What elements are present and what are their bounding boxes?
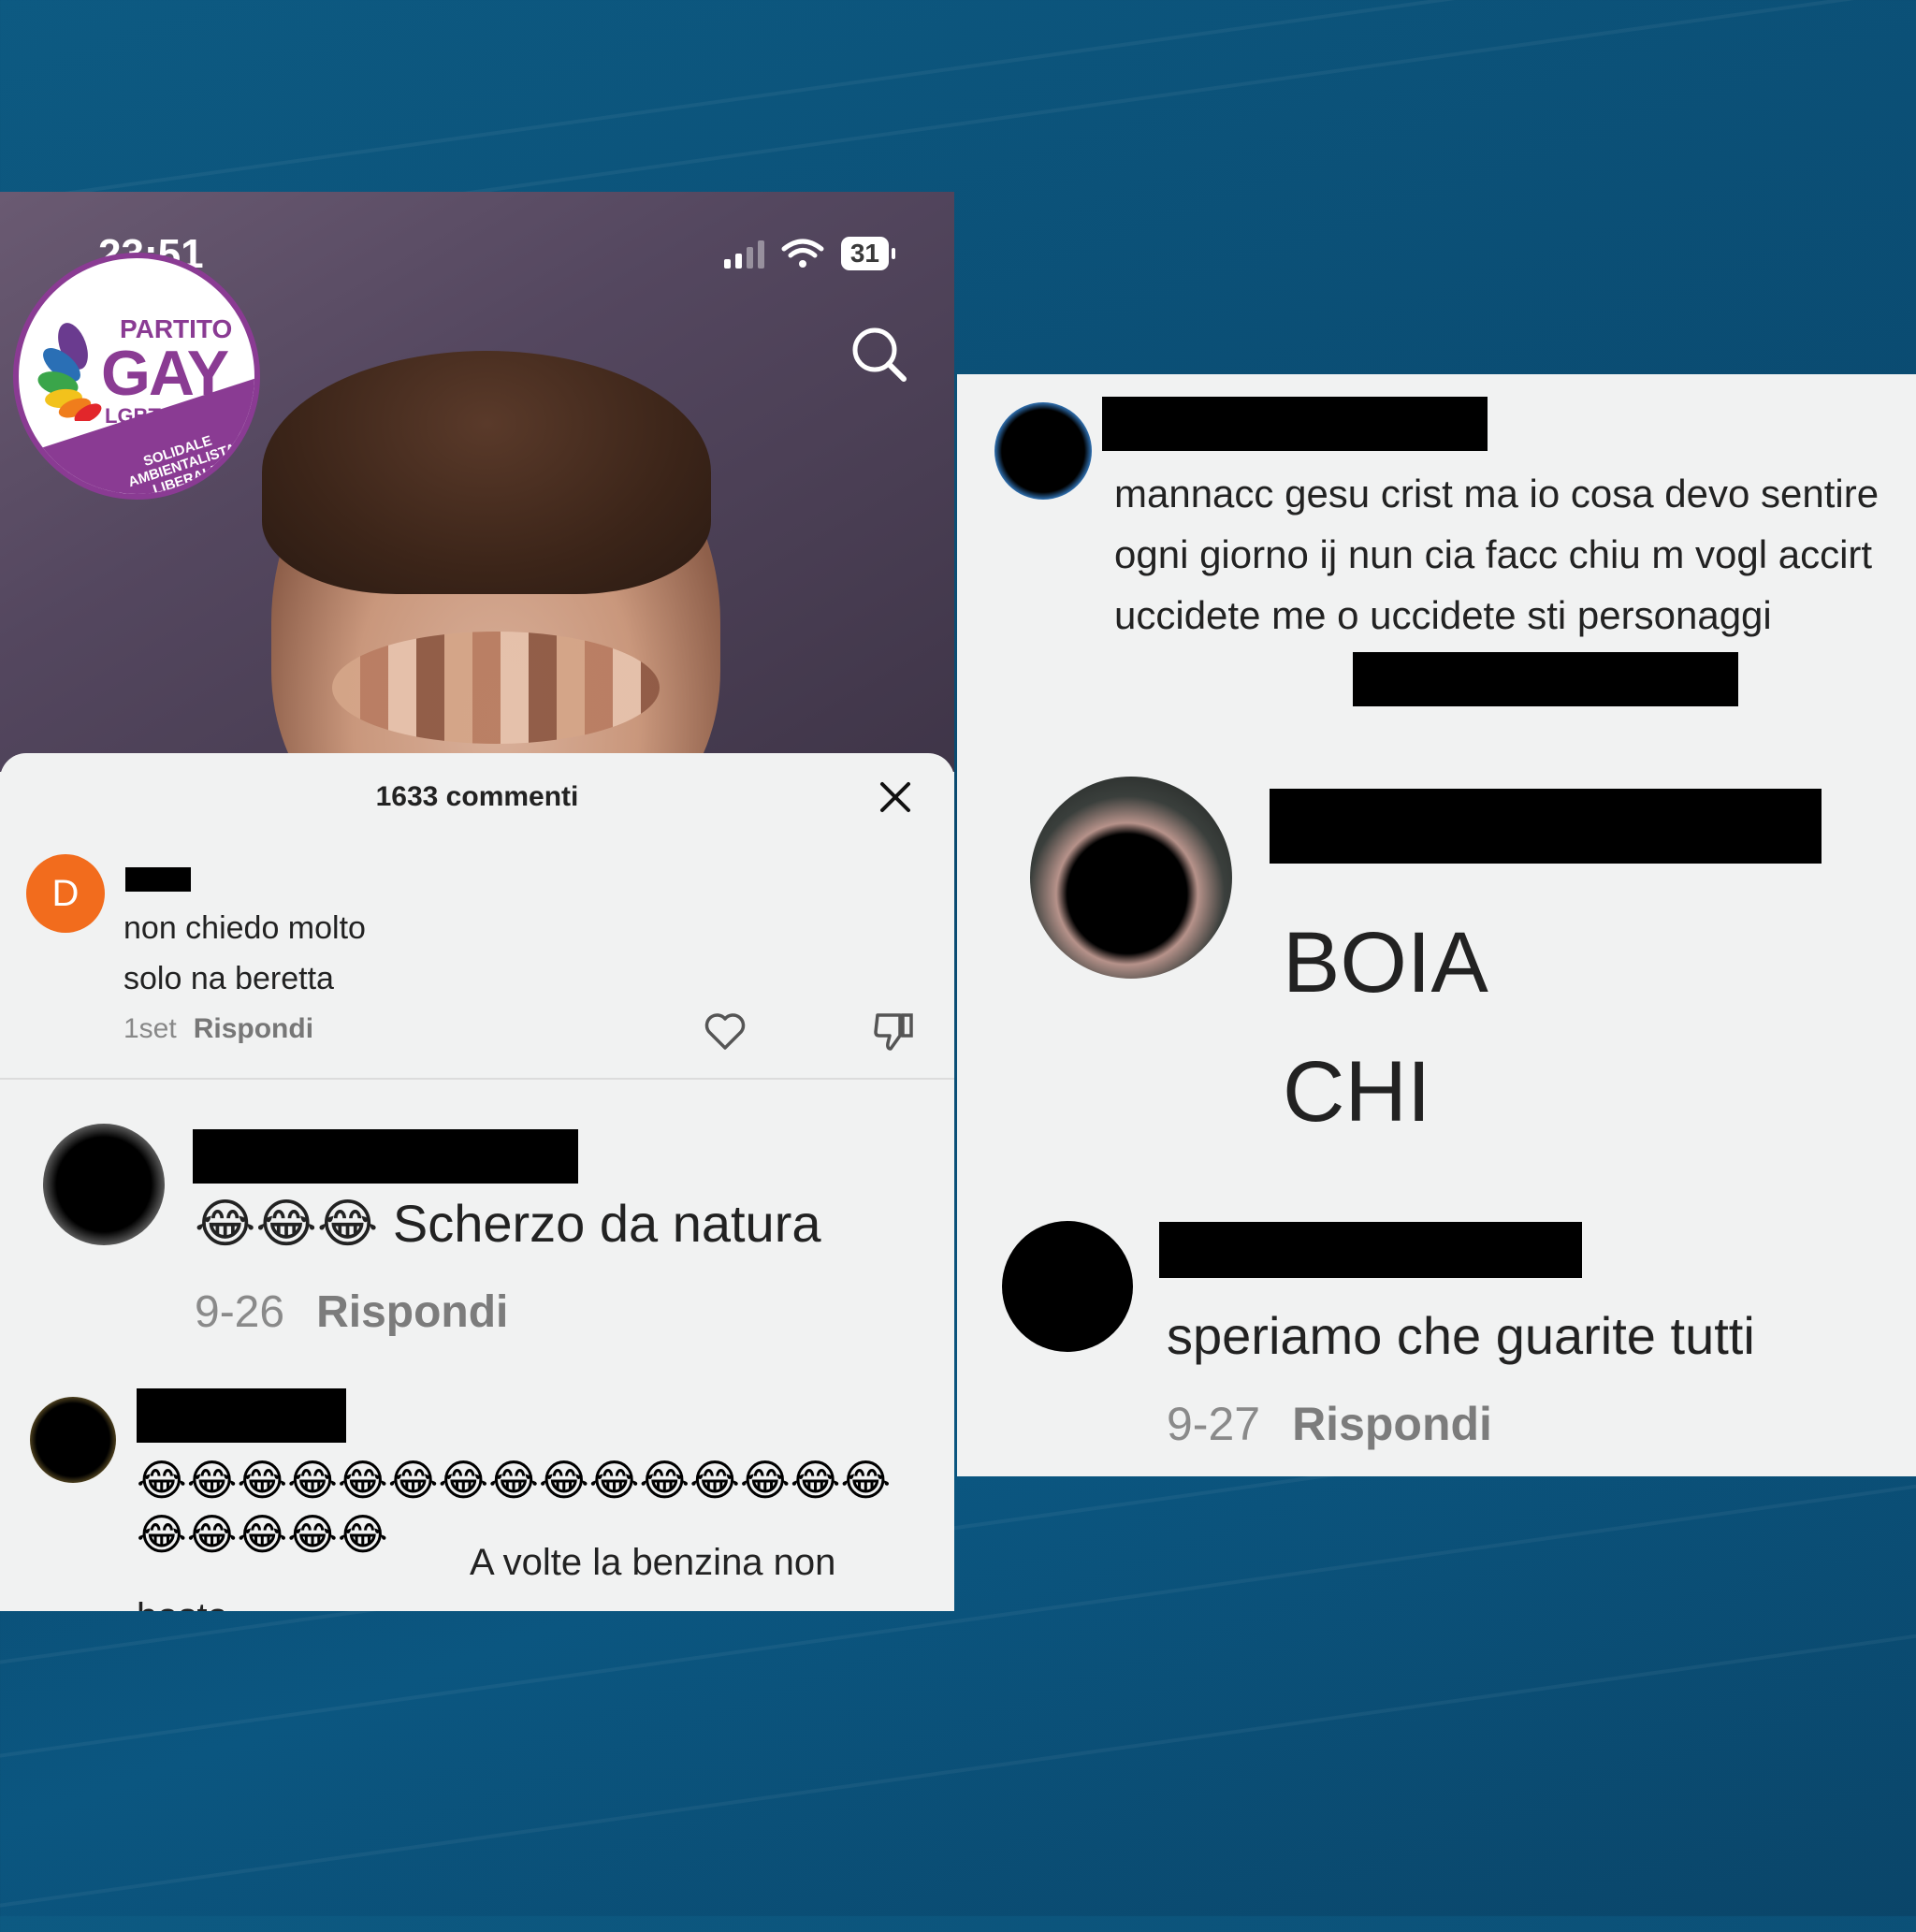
avatar[interactable]: D	[26, 854, 105, 933]
heart-icon[interactable]	[704, 1011, 747, 1051]
comment-text: BOIA CHI	[1283, 898, 1488, 1156]
reply-button[interactable]: Rispondi	[316, 1287, 508, 1337]
comment-line: CHI	[1283, 1044, 1431, 1140]
reply-button[interactable]: Rispondi	[1292, 1398, 1492, 1450]
avatar[interactable]	[30, 1397, 116, 1483]
person-hair	[262, 351, 711, 594]
close-icon[interactable]	[878, 779, 913, 815]
redacted-username	[1270, 789, 1822, 864]
left-screenshot: 23:51 31 PARTIT	[0, 192, 954, 1611]
comment-text: mannacc gesu crist ma io cosa devo senti…	[1114, 472, 1880, 637]
comments-count: 1633 commenti	[375, 781, 579, 812]
redacted-username	[1159, 1222, 1582, 1278]
redacted-username	[137, 1388, 346, 1443]
divider	[0, 1078, 954, 1080]
avatar[interactable]	[43, 1124, 165, 1245]
comment-date: 1set	[123, 1013, 177, 1044]
party-logo: PARTITO GAY LGBT+ SOLIDALE AMBIENTALISTA…	[13, 253, 260, 500]
pixelated-eyes	[332, 632, 660, 744]
comment-text: speriamo che guarite tutti	[1167, 1306, 1755, 1365]
comment-text: A volte la benzina non basta	[137, 1542, 836, 1611]
status-icons: 31	[723, 237, 896, 270]
comments-panel: 1633 commenti D non chiedo molto solo na…	[0, 753, 954, 1611]
reply-button[interactable]: Rispondi	[194, 1013, 313, 1044]
dislike-icon[interactable]	[872, 1010, 915, 1053]
comment-date: 9-27	[1167, 1398, 1261, 1450]
comment-meta: 9-26 Rispondi	[195, 1286, 508, 1338]
search-icon[interactable]	[849, 325, 909, 385]
comment-date: 9-26	[195, 1287, 285, 1337]
comment-line: non chiedo molto	[123, 910, 366, 946]
avatar[interactable]	[1002, 1221, 1133, 1352]
comment-meta: 9-27 Rispondi	[1167, 1397, 1492, 1451]
comment-text: non chiedo molto solo na beretta	[123, 903, 366, 1004]
redacted-username	[1102, 397, 1488, 451]
comment-text: 😂😂😂 Scherzo da natura	[195, 1194, 821, 1253]
avatar[interactable]	[994, 402, 1092, 500]
battery-indicator: 31	[840, 237, 896, 270]
comment-line: solo na beretta	[123, 961, 334, 996]
comment-meta: 1set Rispondi	[123, 1013, 313, 1045]
right-screenshot: mannacc gesu crist ma io cosa devo senti…	[957, 374, 1916, 1476]
redacted-text	[1353, 652, 1738, 706]
redacted-username	[125, 867, 191, 892]
signal-icon	[723, 239, 764, 269]
video-frame: 23:51 31 PARTIT	[0, 192, 954, 772]
wifi-icon	[781, 239, 824, 268]
comment-line: BOIA	[1283, 915, 1488, 1010]
avatar[interactable]	[1030, 777, 1232, 979]
redacted-username	[193, 1129, 578, 1184]
